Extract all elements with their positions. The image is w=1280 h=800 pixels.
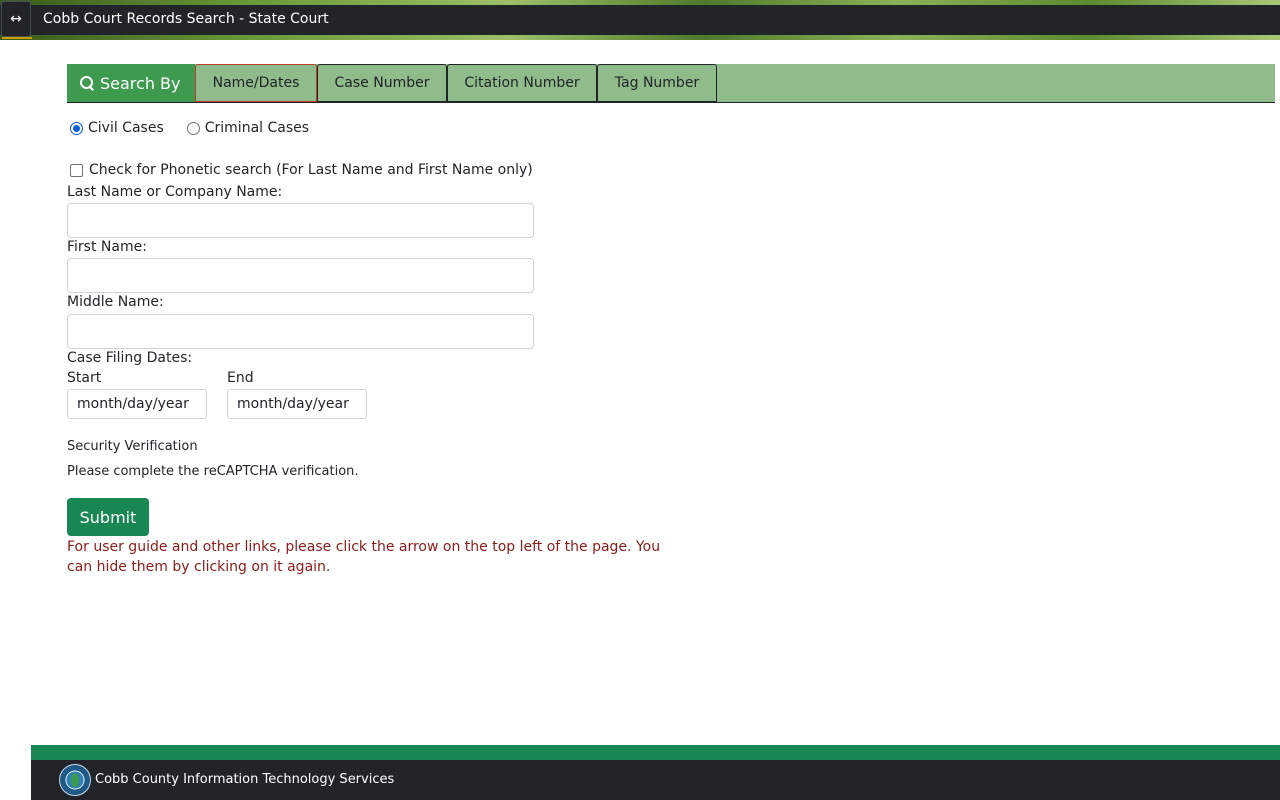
county-seal-icon bbox=[59, 764, 91, 796]
tab-citation-number[interactable]: Citation Number bbox=[447, 64, 597, 102]
middle-name-label: Middle Name: bbox=[67, 294, 164, 310]
footer: Cobb County Information Technology Servi… bbox=[31, 760, 1280, 800]
case-type-radio-group: Civil Cases Criminal Cases bbox=[70, 120, 332, 136]
security-verification-title: Security Verification bbox=[67, 439, 198, 454]
footer-accent-bar bbox=[31, 745, 1280, 760]
phonetic-search-label[interactable]: Check for Phonetic search (For Last Name… bbox=[89, 162, 533, 178]
criminal-cases-radio[interactable] bbox=[186, 121, 200, 135]
tab-name-dates[interactable]: Name/Dates bbox=[195, 64, 317, 102]
header-banner: ↔ Cobb Court Records Search - State Cour… bbox=[0, 0, 1280, 40]
page-title: Cobb Court Records Search - State Court bbox=[43, 11, 329, 27]
submit-button[interactable]: Submit bbox=[67, 498, 149, 536]
user-guide-note: For user guide and other links, please c… bbox=[67, 539, 661, 575]
footer-text: Cobb County Information Technology Servi… bbox=[95, 772, 395, 787]
tab-tag-number[interactable]: Tag Number bbox=[597, 64, 717, 102]
phonetic-search-row: Check for Phonetic search (For Last Name… bbox=[70, 162, 533, 178]
search-tabs: Search By Name/Dates Case Number Citatio… bbox=[67, 64, 1275, 103]
first-name-label: First Name: bbox=[67, 239, 147, 255]
search-by-label: Search By bbox=[67, 64, 195, 102]
first-name-input[interactable] bbox=[67, 258, 534, 293]
civil-cases-label[interactable]: Civil Cases bbox=[88, 120, 164, 136]
start-date-input[interactable]: month/day/year bbox=[67, 389, 207, 419]
recaptcha-message: Please complete the reCAPTCHA verificati… bbox=[67, 464, 359, 479]
middle-name-input[interactable] bbox=[67, 314, 534, 349]
search-by-text: Search By bbox=[100, 73, 181, 93]
criminal-cases-label[interactable]: Criminal Cases bbox=[205, 120, 309, 136]
end-date-label: End bbox=[227, 370, 254, 386]
last-name-label: Last Name or Company Name: bbox=[67, 184, 283, 200]
case-filing-dates-label: Case Filing Dates: bbox=[67, 350, 193, 366]
tab-case-number[interactable]: Case Number bbox=[317, 64, 447, 102]
start-date-label: Start bbox=[67, 370, 102, 386]
sidebar-toggle-button[interactable]: ↔ bbox=[1, 1, 32, 39]
phonetic-search-checkbox[interactable] bbox=[70, 163, 83, 177]
double-arrow-icon: ↔ bbox=[10, 11, 22, 27]
civil-cases-radio[interactable] bbox=[70, 121, 83, 135]
last-name-input[interactable] bbox=[67, 203, 534, 238]
end-date-input[interactable]: month/day/year bbox=[227, 389, 367, 419]
search-icon bbox=[79, 75, 95, 91]
